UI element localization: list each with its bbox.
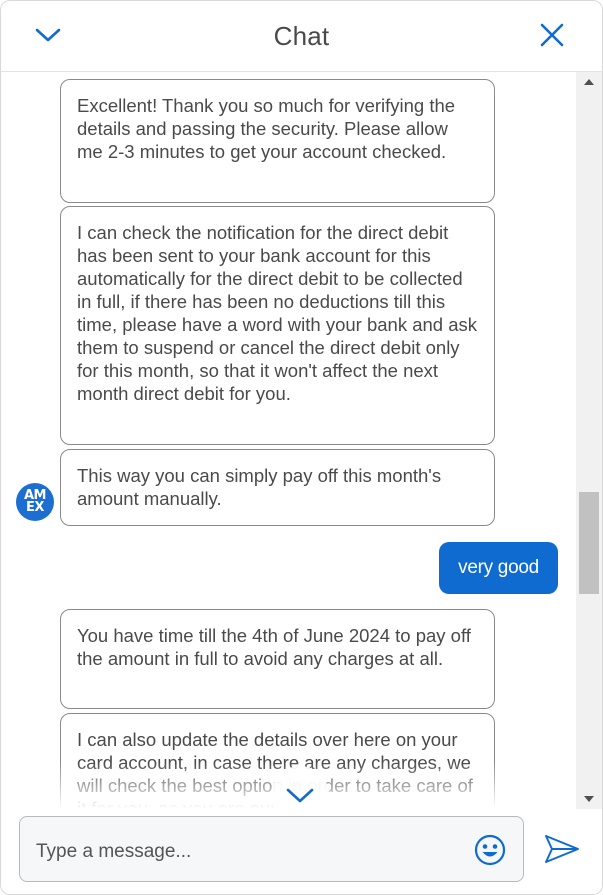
- message-input[interactable]: Type a message...: [19, 816, 524, 882]
- message-composer: Type a message...: [1, 809, 602, 894]
- send-icon: [545, 835, 579, 863]
- amex-logo-icon: AM EX: [16, 483, 54, 521]
- avatar-line-2: EX: [26, 500, 44, 515]
- close-icon: [540, 23, 564, 47]
- triangle-up-icon: [584, 79, 594, 85]
- message-input-placeholder: Type a message...: [36, 841, 192, 862]
- send-button[interactable]: [542, 832, 582, 866]
- scroll-down-arrow[interactable]: [576, 789, 602, 809]
- triangle-down-icon: [584, 796, 594, 802]
- chevron-down-icon: [286, 788, 314, 803]
- message-scrollbar[interactable]: [576, 72, 602, 809]
- agent-message: Excellent! Thank you so much for verifyi…: [60, 79, 495, 203]
- close-button[interactable]: [534, 17, 570, 53]
- agent-message: You have time till the 4th of June 2024 …: [60, 609, 495, 709]
- chat-title: Chat: [273, 21, 330, 51]
- scroll-up-arrow[interactable]: [576, 72, 602, 92]
- user-message: very good: [439, 542, 558, 594]
- scrollbar-thumb[interactable]: [579, 492, 599, 594]
- chat-header: Chat: [1, 1, 602, 72]
- chat-window: Chat Excellent! Thank you so much for ve…: [0, 0, 603, 895]
- smiley-icon: [474, 834, 506, 866]
- agent-message: This way you can simply pay off this mon…: [60, 449, 495, 526]
- message-list[interactable]: Excellent! Thank you so much for verifyi…: [1, 72, 576, 809]
- emoji-button[interactable]: [474, 834, 506, 866]
- agent-message: I can check the notification for the dir…: [60, 206, 495, 445]
